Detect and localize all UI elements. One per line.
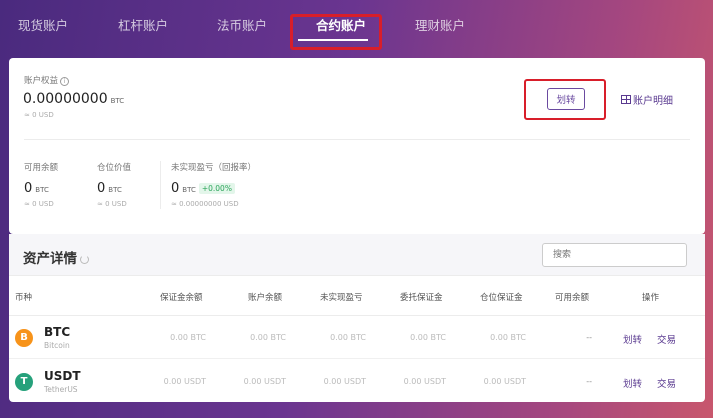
stat-value: 0 <box>171 181 180 196</box>
row-transfer-link[interactable]: 划转 <box>623 332 642 346</box>
row-trade-link[interactable]: 交易 <box>657 332 676 346</box>
col-margin-balance: 保证金余额 <box>160 293 203 303</box>
stat-usd: ≈ 0 USD <box>97 200 127 208</box>
table-header: 币种 保证金余额 账户余额 未实现盈亏 委托保证金 仓位保证金 可用余额 操作 <box>9 277 705 316</box>
cell-unrealized-pnl: 0.00 USDT <box>323 377 366 386</box>
equity-value: 0.00000000 <box>23 91 108 107</box>
stat-value: 0 <box>24 181 33 196</box>
account-detail-link[interactable]: 账户明细 <box>621 92 673 107</box>
asset-details-card: 资产详情 币种 保证金余额 账户余额 未实现盈亏 委托保证金 仓位保证金 可用余… <box>9 234 705 402</box>
stat-label: 仓位价值 <box>97 163 132 173</box>
col-account-balance: 账户余额 <box>248 293 283 303</box>
col-available: 可用余额 <box>555 293 590 303</box>
cell-margin-balance: 0.00 USDT <box>163 377 206 386</box>
table-row: B BTC Bitcoin 0.00 BTC 0.00 BTC 0.00 BTC… <box>9 317 705 359</box>
stat-value-row: 0 BTC <box>97 181 131 196</box>
tab-fiat-account[interactable]: 法币账户 <box>217 15 267 34</box>
stat-usd: ≈ 0.00000000 USD <box>171 200 239 208</box>
stat-value: 0 <box>97 181 106 196</box>
equity-usd: ≈ 0 USD <box>24 111 54 119</box>
col-position-margin: 仓位保证金 <box>480 293 523 303</box>
transfer-button[interactable]: 划转 <box>547 88 585 110</box>
asset-details-header: 资产详情 <box>9 234 705 276</box>
stat-value-row: 0 BTC +0.00% <box>171 181 256 196</box>
divider <box>24 139 690 140</box>
stat-value-row: 0 BTC <box>24 181 58 196</box>
tab-spot-account[interactable]: 现货账户 <box>18 15 68 34</box>
tether-icon: T <box>15 373 33 391</box>
coin-symbol: USDT <box>44 369 81 383</box>
col-currency: 币种 <box>15 293 33 303</box>
stat-unit: BTC <box>182 186 196 194</box>
info-icon[interactable]: i <box>60 77 70 86</box>
tab-highlight-box <box>290 14 382 50</box>
account-detail-label: 账户明细 <box>633 96 673 107</box>
stat-unrealized-pnl: 未实现盈亏（回报率） 0 BTC +0.00% ≈ 0.00000000 USD <box>171 161 256 208</box>
col-unrealized-pnl: 未实现盈亏 <box>320 293 363 303</box>
cell-position-margin: 0.00 BTC <box>490 333 526 342</box>
table-row: T USDT TetherUS 0.00 USDT 0.00 USDT 0.00… <box>9 361 705 402</box>
cell-order-margin: 0.00 USDT <box>403 377 446 386</box>
equity-value-row: 0.00000000 BTC <box>23 91 124 107</box>
stat-usd: ≈ 0 USD <box>24 200 54 208</box>
cell-available: -- <box>586 333 592 342</box>
tab-margin-account[interactable]: 杠杆账户 <box>118 15 168 34</box>
cell-account-balance: 0.00 BTC <box>250 333 286 342</box>
stat-separator <box>160 161 161 209</box>
account-tabs: 现货账户 杠杆账户 法币账户 合约账户 理财账户 <box>0 0 713 50</box>
cell-account-balance: 0.00 USDT <box>243 377 286 386</box>
stat-available: 可用余额 0 BTC ≈ 0 USD <box>24 161 58 208</box>
coin-symbol: BTC <box>44 325 71 339</box>
cell-order-margin: 0.00 BTC <box>410 333 446 342</box>
stat-label: 未实现盈亏（回报率） <box>171 163 257 173</box>
return-rate-badge: +0.00% <box>198 183 235 194</box>
coin-name: TetherUS <box>44 385 78 394</box>
tab-finance-account[interactable]: 理财账户 <box>415 15 465 34</box>
stat-label: 可用余额 <box>24 163 59 173</box>
asset-title-row: 资产详情 <box>23 247 89 267</box>
equity-label: 账户权益 <box>24 76 59 86</box>
cell-unrealized-pnl: 0.00 BTC <box>330 333 366 342</box>
cell-available: -- <box>586 377 592 386</box>
asset-details-title: 资产详情 <box>23 251 77 267</box>
refresh-icon[interactable] <box>80 255 89 264</box>
coin-name: Bitcoin <box>44 341 70 350</box>
bitcoin-icon: B <box>15 329 33 347</box>
equity-unit: BTC <box>110 97 125 105</box>
row-trade-link[interactable]: 交易 <box>657 376 676 390</box>
cell-margin-balance: 0.00 BTC <box>170 333 206 342</box>
col-actions: 操作 <box>642 293 660 303</box>
stat-position-value: 仓位价值 0 BTC ≈ 0 USD <box>97 161 131 208</box>
row-transfer-link[interactable]: 划转 <box>623 376 642 390</box>
cell-position-margin: 0.00 USDT <box>483 377 526 386</box>
col-order-margin: 委托保证金 <box>400 293 443 303</box>
table-icon <box>621 95 631 104</box>
account-overview-card: 账户权益 i 0.00000000 BTC ≈ 0 USD 划转 账户明细 可用余额… <box>9 58 705 234</box>
search-input[interactable] <box>542 243 687 267</box>
stat-unit: BTC <box>35 186 49 194</box>
stat-unit: BTC <box>108 186 122 194</box>
equity-label-row: 账户权益 i <box>24 74 70 86</box>
